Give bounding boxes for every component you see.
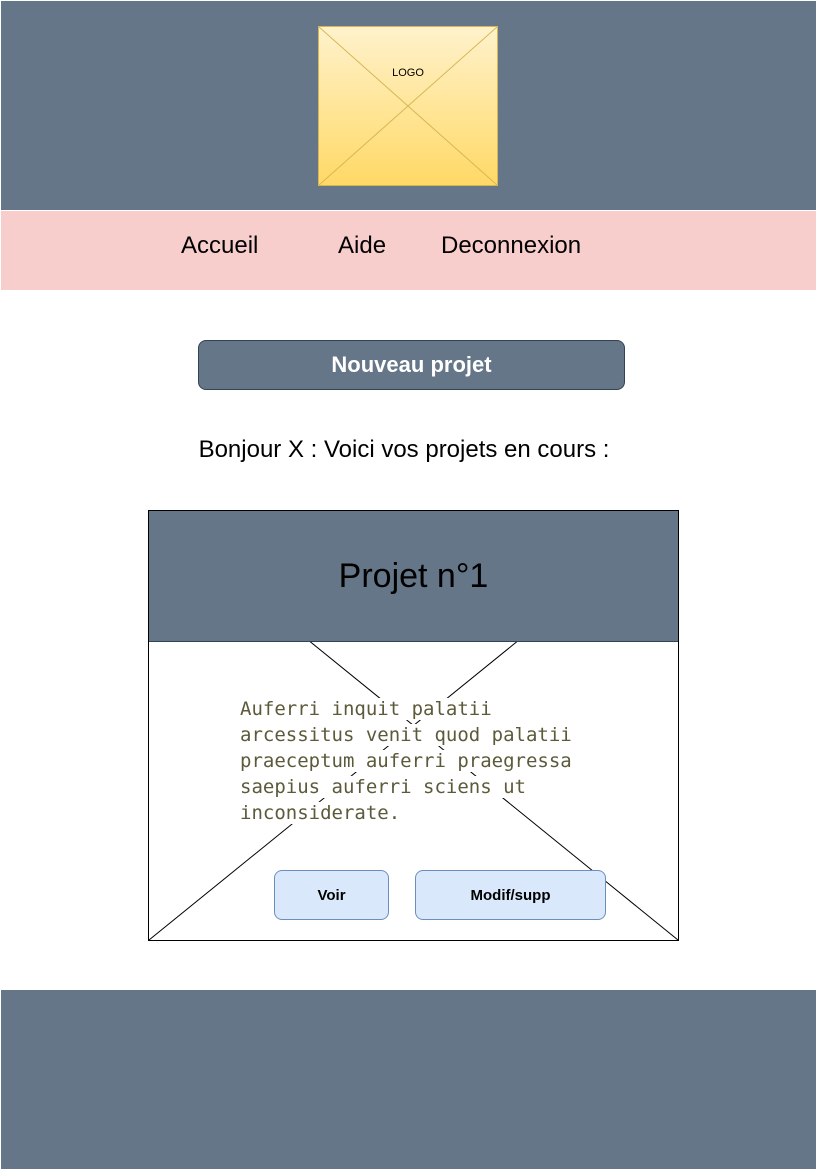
page-footer (1, 990, 816, 1169)
project-title: Projet n°1 (149, 511, 678, 642)
placeholder-cross-icon (319, 27, 497, 185)
new-project-button[interactable]: Nouveau projet (198, 340, 625, 390)
view-button[interactable]: Voir (274, 870, 389, 920)
project-description-text: Auferri inquit palatii arcessitus venit … (240, 698, 572, 824)
nav-item-deconnexion[interactable]: Deconnexion (441, 232, 581, 260)
page-header: LOGO (1, 1, 816, 210)
project-card: Projet n°1 Auferri inquit palatii arcess… (148, 510, 679, 941)
nav-bar: Accueil Aide Deconnexion (1, 211, 816, 290)
nav-item-accueil[interactable]: Accueil (181, 232, 258, 260)
logo-placeholder[interactable]: LOGO (318, 26, 498, 186)
logo-text: LOGO (392, 67, 424, 79)
nav-item-aide[interactable]: Aide (338, 232, 386, 260)
greeting-text: Bonjour X : Voici vos projets en cours : (198, 436, 610, 463)
edit-delete-button[interactable]: Modif/supp (415, 870, 606, 920)
project-description: Auferri inquit palatii arcessitus venit … (240, 696, 600, 826)
